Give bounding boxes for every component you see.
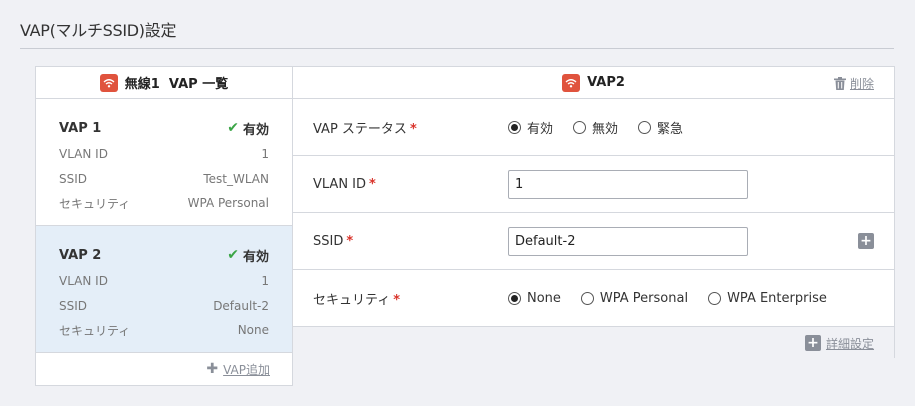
vap-card-1[interactable]: VAP 1 ✔ 有効 VLAN ID 1 SSID Test_WLAN セキュリティ… xyxy=(36,99,292,226)
title-divider xyxy=(20,48,894,49)
trash-icon xyxy=(833,76,846,90)
add-vap-label[interactable]: VAP追加 xyxy=(223,361,270,378)
vlan-label: VLAN ID xyxy=(59,274,108,289)
status-text: 有効 xyxy=(242,122,269,138)
delete-button[interactable]: 削除 xyxy=(833,67,874,99)
vap-list-title: 無線1 VAP 一覧 xyxy=(124,77,229,92)
ssid-field-label: SSID * xyxy=(313,233,354,249)
status-radio-enabled[interactable]: 有効 xyxy=(508,118,553,137)
radio-label: None xyxy=(527,290,561,306)
status-field-label: VAP ステータス * xyxy=(313,121,417,137)
vap-name: VAP 2 xyxy=(59,247,102,263)
status-radio-disabled[interactable]: 無効 xyxy=(573,118,618,137)
vap-detail-header: VAP2 削除 xyxy=(293,67,894,99)
radio-icon[interactable] xyxy=(708,291,722,305)
security-label: セキュリティ xyxy=(59,196,131,211)
vap-card-2[interactable]: VAP 2 ✔ 有効 VLAN ID 1 SSID Default-2 セキュリティ… xyxy=(36,226,292,353)
status-row: VAP ステータス * 有効 無効 緊急 xyxy=(293,99,894,156)
ssid-row: SSID* + xyxy=(293,213,894,270)
check-icon: ✔ xyxy=(227,120,239,136)
plus-icon: ✚ xyxy=(206,361,219,377)
radio-icon[interactable] xyxy=(638,120,652,134)
radio-label: 緊急 xyxy=(657,121,684,137)
security-field-label: セキュリティ * xyxy=(313,292,401,308)
check-icon: ✔ xyxy=(227,247,239,263)
security-value: WPA Personal xyxy=(187,196,269,211)
vlan-id-input[interactable] xyxy=(508,169,748,199)
radio-selected-icon[interactable] xyxy=(508,120,521,134)
status-badge: ✔ 有効 xyxy=(227,246,269,265)
security-value: None xyxy=(237,323,269,338)
add-ssid-button[interactable]: + xyxy=(858,233,874,249)
delete-label[interactable]: 削除 xyxy=(850,75,874,92)
radio-selected-icon[interactable] xyxy=(508,291,521,305)
status-badge: ✔ 有効 xyxy=(227,119,269,138)
ssid-label: SSID xyxy=(59,171,88,186)
vap-detail-panel: VAP2 削除 VAP ステータス* 有効 無効 緊急 VLAN ID* SSI… xyxy=(292,66,895,359)
vap-detail-title: VAP2 xyxy=(587,75,625,90)
security-radio-none[interactable]: None xyxy=(508,291,561,306)
security-radio-wpa-personal[interactable]: WPA Personal xyxy=(580,290,689,306)
vlan-row: VLAN ID * xyxy=(293,156,894,213)
vlan-value: 1 xyxy=(261,147,269,162)
security-radio-wpa-enterprise[interactable]: WPA Enterprise xyxy=(708,291,827,306)
security-row: セキュリティ * None WPA Personal WPA Enterprise xyxy=(293,270,894,327)
radio-icon[interactable] xyxy=(580,291,594,305)
status-radio-group: 有効 無効 緊急 xyxy=(508,118,703,137)
status-text: 有効 xyxy=(242,249,269,265)
ssid-value: Default-2 xyxy=(213,298,269,313)
vlan-field-label: VLAN ID * xyxy=(313,176,376,192)
ssid-label: SSID xyxy=(59,298,88,313)
advanced-settings-button[interactable]: + 詳細設定 xyxy=(293,327,894,359)
vap-list-panel: 無線1 VAP 一覧 VAP 1 ✔ 有効 VLAN ID 1 SSID Test_… xyxy=(35,66,293,386)
radio-label: 無効 xyxy=(592,121,619,137)
vlan-label: VLAN ID xyxy=(59,147,108,162)
ssid-input[interactable] xyxy=(508,226,748,256)
radio-label: 有効 xyxy=(527,121,554,137)
radio-label: WPA Personal xyxy=(599,290,689,306)
radio-icon[interactable] xyxy=(573,120,587,134)
wifi-icon xyxy=(562,73,581,92)
status-radio-emergency[interactable]: 緊急 xyxy=(638,118,683,137)
advanced-settings-label[interactable]: 詳細設定 xyxy=(826,335,874,352)
vap-list-header: 無線1 VAP 一覧 xyxy=(36,67,292,99)
vlan-value: 1 xyxy=(261,274,269,289)
security-radio-group: None WPA Personal WPA Enterprise xyxy=(508,291,847,306)
page-title: VAP(マルチSSID)設定 xyxy=(20,21,177,40)
plus-square-icon: + xyxy=(804,335,821,351)
wifi-icon xyxy=(99,73,118,92)
add-vap-button[interactable]: ✚ VAP追加 xyxy=(36,353,292,385)
ssid-value: Test_WLAN xyxy=(203,171,269,186)
security-label: セキュリティ xyxy=(59,323,131,338)
vap-name: VAP 1 xyxy=(59,120,102,136)
radio-label: WPA Enterprise xyxy=(727,290,827,306)
